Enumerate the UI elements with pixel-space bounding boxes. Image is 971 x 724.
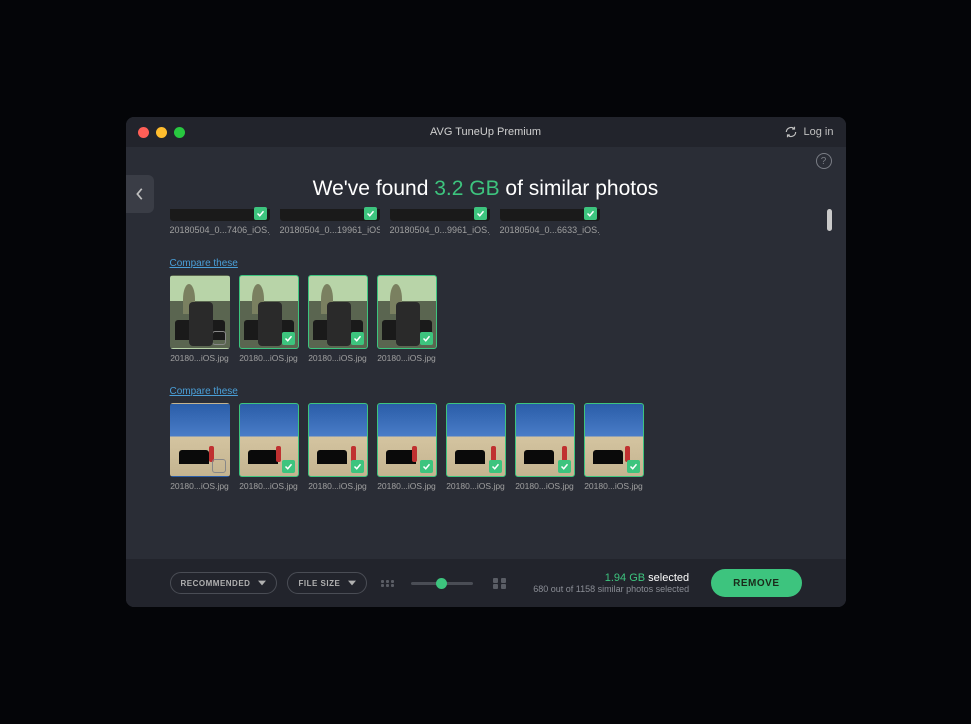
- chevron-left-icon: [135, 187, 145, 201]
- remove-button[interactable]: REMOVE: [711, 569, 801, 597]
- selected-count: 680 out of 1158 similar photos selected: [533, 584, 689, 594]
- checkmark-icon: [558, 460, 571, 473]
- photo-filename: 20180...iOS.jpg: [308, 481, 368, 491]
- traffic-lights: [138, 127, 185, 138]
- checkmark-icon: [489, 460, 502, 473]
- thumbnail-size-large-icon[interactable]: [493, 578, 507, 589]
- photo-thumb[interactable]: [239, 403, 299, 477]
- photo-filename: 20180...iOS.jpg: [515, 481, 575, 491]
- photo-filename: 20180...iOS.jpg: [239, 353, 299, 363]
- photo-thumb[interactable]: [515, 403, 575, 477]
- chevron-down-icon: [258, 580, 266, 586]
- scrollbar-thumb[interactable]: [827, 209, 832, 231]
- photo-labels: 20180...iOS.jpg 20180...iOS.jpg 20180...iO…: [170, 481, 810, 491]
- photo-thumb[interactable]: [170, 209, 270, 221]
- photo-filename: 20180...iOS.jpg: [239, 481, 299, 491]
- subbar: ?: [126, 147, 846, 175]
- app-window: AVG TuneUp Premium Log in ? We've found …: [126, 117, 846, 607]
- photo-filename: 20180...iOS.jpg: [170, 481, 230, 491]
- photo-filename: 20180...iOS.jpg: [170, 353, 230, 363]
- titlebar: AVG TuneUp Premium Log in: [126, 117, 846, 147]
- photo-thumb[interactable]: [500, 209, 600, 221]
- photo-thumb[interactable]: [170, 275, 230, 349]
- sort-label: RECOMMENDED: [181, 579, 251, 588]
- photo-filename: 20180...iOS.jpg: [377, 481, 437, 491]
- heading-post: of similar photos: [500, 177, 659, 200]
- photo-thumb[interactable]: [280, 209, 380, 221]
- best-photo-icon: [212, 331, 226, 345]
- photo-filename: 20180504_0...6633_iOS.jpg: [500, 225, 600, 235]
- photo-filename: 20180504_0...7406_iOS.jpg: [170, 225, 270, 235]
- close-window-button[interactable]: [138, 127, 149, 138]
- help-icon[interactable]: ?: [816, 153, 832, 169]
- photo-group: [170, 275, 810, 349]
- photo-thumb[interactable]: [377, 275, 437, 349]
- footer-bar: RECOMMENDED FILE SIZE 1.94 GB selected 6…: [126, 559, 846, 607]
- minimize-window-button[interactable]: [156, 127, 167, 138]
- login-button[interactable]: Log in: [784, 125, 834, 139]
- heading-size: 3.2 GB: [434, 177, 499, 200]
- checkmark-icon: [627, 460, 640, 473]
- compare-link[interactable]: Compare these: [170, 386, 238, 397]
- photo-filename: 20180504_0...19961_iOS.jpg: [280, 225, 380, 235]
- photo-filename: 20180504_0...9961_iOS.jpg: [390, 225, 490, 235]
- checkmark-icon: [351, 460, 364, 473]
- sync-icon: [784, 125, 798, 139]
- checkmark-icon: [420, 332, 433, 345]
- photo-filename: 20180...iOS.jpg: [584, 481, 644, 491]
- photo-thumb[interactable]: [239, 275, 299, 349]
- sort-dropdown[interactable]: RECOMMENDED: [170, 572, 278, 594]
- thumbnail-size-small-icon[interactable]: [381, 580, 395, 587]
- selected-size: 1.94 GB: [605, 572, 645, 584]
- best-photo-icon: [212, 459, 226, 473]
- checkmark-icon: [364, 207, 377, 220]
- checkmark-icon: [584, 207, 597, 220]
- checkmark-icon: [351, 332, 364, 345]
- photo-thumb[interactable]: [308, 275, 368, 349]
- checkmark-icon: [282, 332, 295, 345]
- photo-group: [170, 403, 810, 477]
- login-label: Log in: [804, 126, 834, 138]
- photo-thumb[interactable]: [446, 403, 506, 477]
- photo-thumb[interactable]: [170, 403, 230, 477]
- photo-group-partial: [170, 209, 810, 221]
- slider-knob[interactable]: [436, 578, 447, 589]
- selected-word: selected: [648, 572, 689, 584]
- heading-pre: We've found: [313, 177, 435, 200]
- photo-labels-partial: 20180504_0...7406_iOS.jpg 20180504_0...1…: [170, 225, 810, 235]
- photo-thumb[interactable]: [584, 403, 644, 477]
- chevron-down-icon: [348, 580, 356, 586]
- filesize-label: FILE SIZE: [298, 579, 340, 588]
- photo-thumb[interactable]: [377, 403, 437, 477]
- photo-scroll-area: 20180504_0...7406_iOS.jpg 20180504_0...1…: [126, 201, 846, 559]
- thumbnail-size-slider[interactable]: [411, 582, 473, 585]
- photo-filename: 20180...iOS.jpg: [308, 353, 368, 363]
- page-title: We've found 3.2 GB of similar photos: [126, 177, 846, 201]
- photo-filename: 20180...iOS.jpg: [446, 481, 506, 491]
- photo-labels: 20180...iOS.jpg 20180...iOS.jpg 20180...iO…: [170, 353, 810, 363]
- checkmark-icon: [474, 207, 487, 220]
- checkmark-icon: [282, 460, 295, 473]
- selection-stats: 1.94 GB selected 680 out of 1158 similar…: [533, 572, 689, 594]
- window-title: AVG TuneUp Premium: [430, 126, 541, 138]
- compare-link[interactable]: Compare these: [170, 258, 238, 269]
- photo-thumb[interactable]: [390, 209, 490, 221]
- photo-thumb[interactable]: [308, 403, 368, 477]
- filesize-dropdown[interactable]: FILE SIZE: [287, 572, 367, 594]
- checkmark-icon: [420, 460, 433, 473]
- photo-filename: 20180...iOS.jpg: [377, 353, 437, 363]
- scrollbar[interactable]: [827, 209, 832, 555]
- checkmark-icon: [254, 207, 267, 220]
- maximize-window-button[interactable]: [174, 127, 185, 138]
